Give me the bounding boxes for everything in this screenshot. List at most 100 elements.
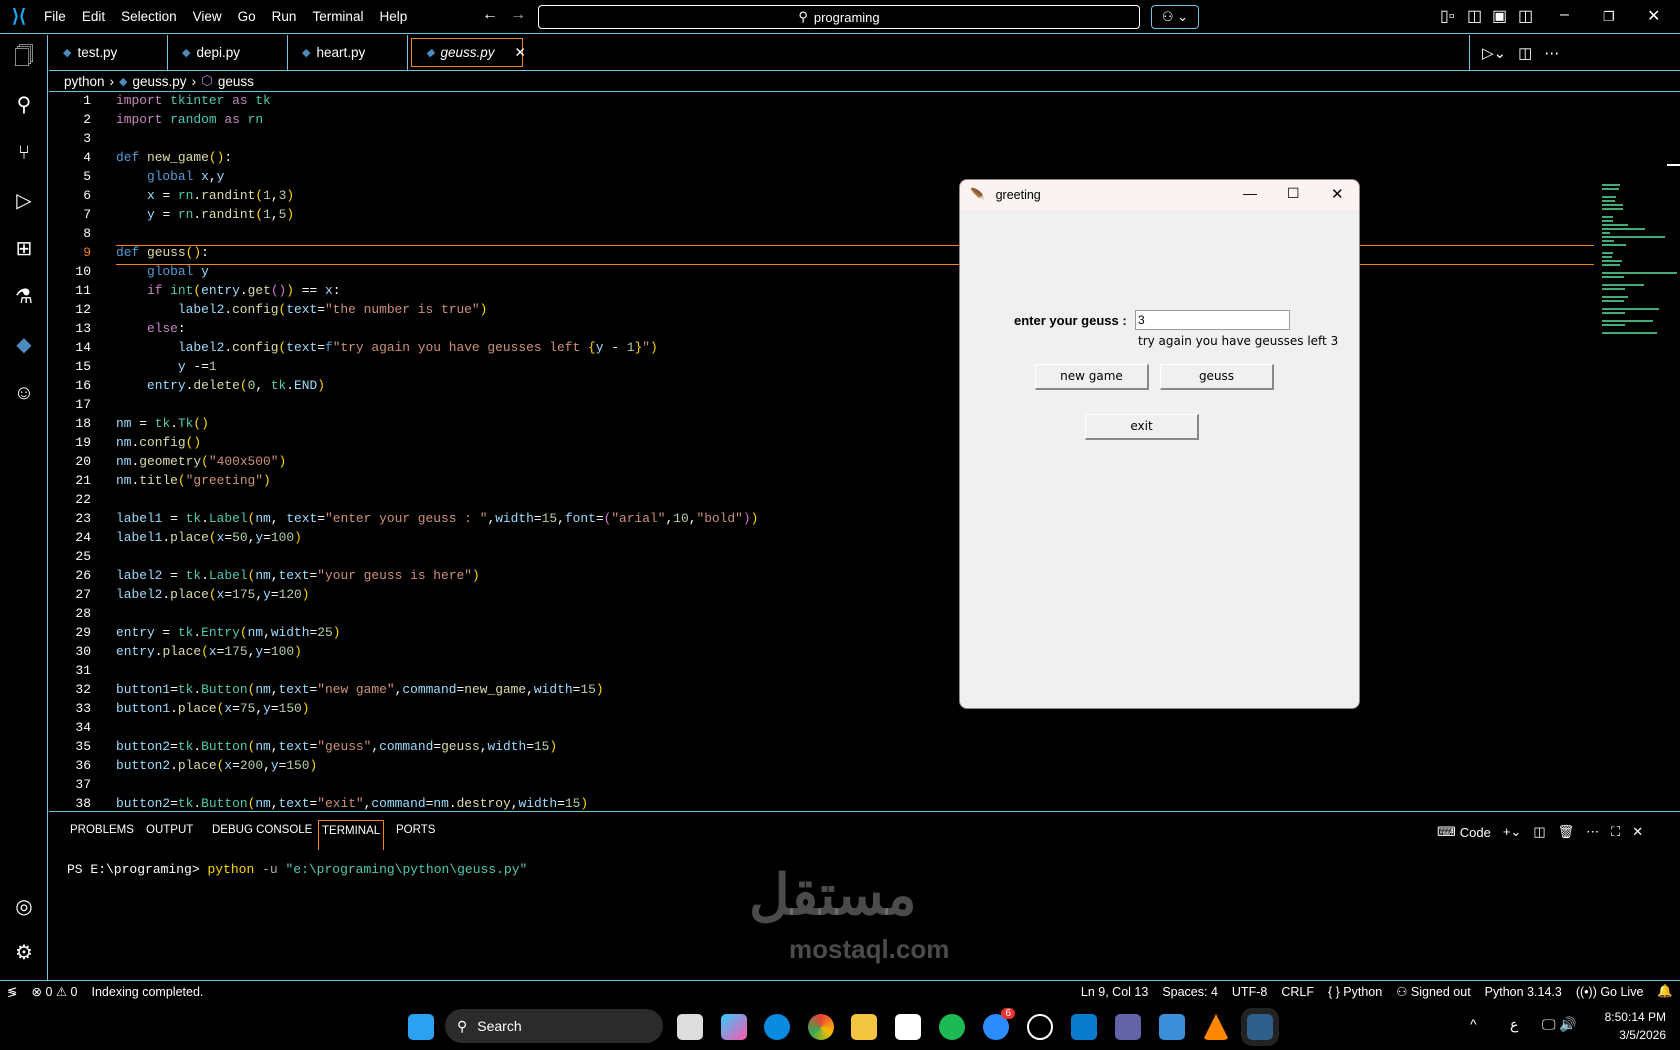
edge-icon[interactable] — [764, 1014, 790, 1040]
code-line[interactable]: button1=tk.Button(nm,text="new game",com… — [116, 682, 604, 697]
chatgpt-icon[interactable] — [1027, 1014, 1053, 1040]
restore-icon[interactable]: ❐ — [1603, 9, 1615, 25]
problems-status[interactable]: ⊗ 0 ⚠ 0 — [24, 984, 84, 999]
toggle-secondary-sidebar-icon[interactable]: ◫ — [1518, 6, 1533, 26]
menu-file[interactable]: File — [36, 9, 74, 24]
breadcrumb-file[interactable]: geuss.py — [133, 74, 187, 89]
clock-date[interactable]: 3/5/2026 — [1600, 1028, 1666, 1042]
exit-button[interactable]: exit — [1085, 414, 1199, 440]
tab-heart-py[interactable]: ◆ heart.py — [288, 35, 408, 70]
copilot-button[interactable]: ⚇ ⌄ — [1151, 5, 1199, 29]
extensions-icon[interactable]: ⊞ — [10, 235, 38, 263]
tab-depi-py[interactable]: ◆ depi.py — [168, 35, 288, 70]
close-tab-icon[interactable]: ✕ — [515, 45, 526, 61]
windows-start-icon[interactable] — [408, 1014, 434, 1040]
code-line[interactable]: if int(entry.get()) == x: — [116, 283, 341, 298]
tab-debug-console[interactable]: DEBUG CONSOLE — [209, 820, 315, 840]
code-line[interactable]: import random as rn — [116, 112, 263, 127]
clock-time[interactable]: 8:50:14 PM — [1600, 1010, 1666, 1024]
code-line[interactable]: label2.place(x=175,y=120) — [116, 587, 310, 602]
menu-selection[interactable]: Selection — [113, 9, 185, 24]
notifications-bell-icon[interactable]: 🔔 — [1650, 984, 1680, 999]
code-line[interactable]: def geuss(): — [116, 245, 209, 260]
customize-layout-icon[interactable]: ▯▫ — [1440, 6, 1454, 26]
code-line[interactable]: button2=tk.Button(nm,text="geuss",comman… — [116, 739, 557, 754]
code-line[interactable]: nm.config() — [116, 435, 201, 450]
search-icon[interactable]: ⚲ — [10, 91, 38, 119]
code-line[interactable]: label2.config(text="the number is true") — [116, 302, 488, 317]
code-line[interactable]: y -=1 — [116, 359, 217, 374]
settings-gear-icon[interactable]: ⚙ — [10, 939, 38, 967]
close-icon[interactable]: ✕ — [1647, 6, 1660, 26]
copilot-app-icon[interactable] — [721, 1014, 747, 1040]
code-line[interactable]: import tkinter as tk — [116, 93, 271, 108]
code-line[interactable]: y = rn.randint(1,5) — [116, 207, 294, 222]
tab-test-py[interactable]: ◆ test.py — [49, 35, 168, 70]
menu-view[interactable]: View — [185, 9, 230, 24]
tk-maximize-icon[interactable]: ☐ — [1287, 185, 1300, 202]
code-line[interactable]: label1.place(x=50,y=100) — [116, 530, 302, 545]
chrome-icon[interactable] — [808, 1014, 834, 1040]
more-actions-icon[interactable]: ⋯ — [1544, 44, 1559, 62]
kill-terminal-icon[interactable]: 🗑 — [1558, 824, 1575, 840]
tab-output[interactable]: OUTPUT — [143, 820, 196, 840]
task-view-icon[interactable] — [677, 1014, 703, 1040]
remote-icon[interactable]: ≶ — [0, 984, 24, 999]
code-line[interactable]: global y — [116, 264, 209, 279]
code-editor[interactable]: 1 import tkinter as tk 2 import random as r… — [49, 92, 1680, 811]
python-interpreter[interactable]: Python 3.14.3 — [1478, 985, 1569, 999]
code-line[interactable]: label1 = tk.Label(nm, text="enter your g… — [116, 511, 758, 526]
split-editor-icon[interactable]: ◫ — [1518, 44, 1532, 62]
microsoft-store-icon[interactable] — [895, 1014, 921, 1040]
minimap[interactable] — [1602, 184, 1680, 334]
tk-title-bar[interactable]: 🪶 greeting — ☐ ✕ — [960, 180, 1359, 210]
new-game-button[interactable]: new game — [1035, 364, 1149, 390]
input-language[interactable]: ع — [1510, 1016, 1518, 1033]
toggle-sidebar-icon[interactable]: ◫ — [1467, 6, 1482, 26]
scrollbar-indicator[interactable] — [1667, 164, 1680, 166]
close-panel-icon[interactable]: ✕ — [1632, 824, 1643, 840]
menu-go[interactable]: Go — [230, 9, 264, 24]
code-line[interactable]: entry.delete(0, tk.END) — [116, 378, 325, 393]
code-line[interactable]: nm.geometry("400x500") — [116, 454, 286, 469]
zoom-icon[interactable]: 6 — [983, 1008, 1015, 1040]
code-line[interactable]: global x,y — [116, 169, 224, 184]
photos-icon[interactable] — [1159, 1014, 1185, 1040]
split-terminal-icon[interactable]: ◫ — [1533, 824, 1545, 840]
back-arrow-icon[interactable]: ← — [482, 6, 498, 24]
tab-terminal[interactable]: TERMINAL — [318, 820, 385, 850]
code-line[interactable]: nm.title("greeting") — [116, 473, 271, 488]
account-status[interactable]: ⚇ Signed out — [1389, 984, 1477, 999]
menu-terminal[interactable]: Terminal — [304, 9, 371, 24]
run-python-icon[interactable]: ▷⌄ — [1482, 44, 1506, 62]
guess-entry[interactable]: 3 — [1135, 310, 1290, 330]
tab-ports[interactable]: PORTS — [393, 820, 438, 840]
vlc-icon[interactable] — [1203, 1014, 1229, 1040]
menu-edit[interactable]: Edit — [74, 9, 113, 24]
minimize-icon[interactable]: – — [1560, 6, 1569, 24]
tab-geuss-py[interactable]: ◆ geuss.py ✕ — [411, 38, 526, 67]
command-center-search[interactable]: ⚲ programing — [538, 5, 1140, 29]
code-line[interactable]: x = rn.randint(1,3) — [116, 188, 294, 203]
vscode-taskbar-icon[interactable] — [1071, 1014, 1097, 1040]
copilot-chat-icon[interactable]: ☺ — [10, 379, 38, 407]
maximize-panel-icon[interactable]: ⛶ — [1611, 824, 1620, 840]
account-icon[interactable]: ◎ — [10, 893, 38, 921]
terminal-output[interactable]: PS E:\programing> python -u "e:\programi… — [67, 862, 527, 877]
show-hidden-icons[interactable]: ^ — [1470, 1016, 1477, 1032]
geuss-button[interactable]: geuss — [1160, 364, 1274, 390]
menu-run[interactable]: Run — [264, 9, 305, 24]
breadcrumb-symbol[interactable]: geuss — [218, 74, 254, 89]
python-tk-window-icon[interactable] — [1241, 1008, 1279, 1046]
tk-close-icon[interactable]: ✕ — [1331, 185, 1344, 203]
more-icon[interactable]: ⋯ — [1586, 824, 1599, 840]
code-line[interactable]: label2 = tk.Label(nm,text="your geuss is… — [116, 568, 480, 583]
menu-help[interactable]: Help — [371, 9, 415, 24]
spotify-icon[interactable] — [939, 1014, 965, 1040]
code-line[interactable]: def new_game(): — [116, 150, 232, 165]
testing-icon[interactable]: ⚗ — [10, 283, 38, 311]
taskbar-search[interactable]: ⚲ Search — [445, 1009, 663, 1043]
code-line[interactable]: entry.place(x=175,y=100) — [116, 644, 302, 659]
code-line[interactable]: button1.place(x=75,y=150) — [116, 701, 310, 716]
code-line[interactable]: nm = tk.Tk() — [116, 416, 209, 431]
